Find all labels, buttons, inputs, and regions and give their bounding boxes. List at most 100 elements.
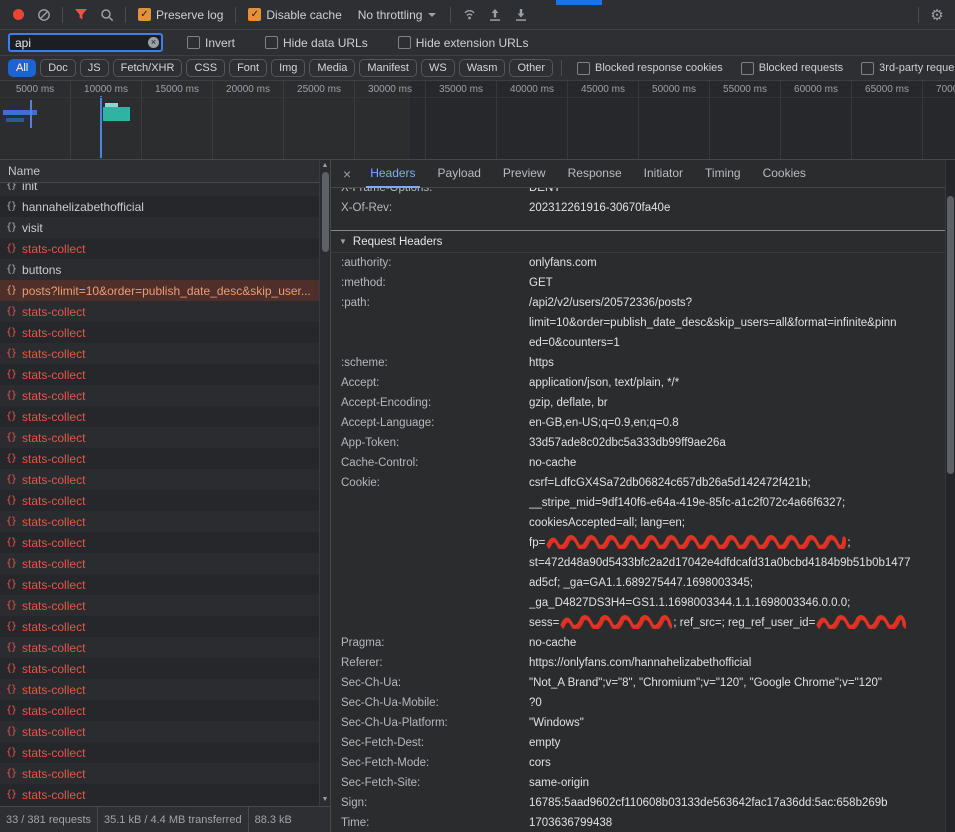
type-filter-all[interactable]: All <box>8 59 36 77</box>
type-filter-doc[interactable]: Doc <box>40 59 76 77</box>
requests-scrollbar[interactable]: ▲ ▼ <box>319 160 330 806</box>
timeline-segment: 55000 ms <box>710 81 781 159</box>
header-value: cors <box>529 753 945 773</box>
request-row[interactable]: {}stats-collect <box>0 595 319 616</box>
tab-response[interactable]: Response <box>557 160 633 188</box>
request-row[interactable]: {}stats-collect <box>0 238 319 259</box>
tab-payload[interactable]: Payload <box>427 160 492 188</box>
search-button[interactable] <box>95 3 119 27</box>
type-filter-manifest[interactable]: Manifest <box>359 59 417 77</box>
network-conditions-button[interactable] <box>457 3 481 27</box>
request-row[interactable]: {}stats-collect <box>0 490 319 511</box>
preserve-log-checkbox[interactable]: ✓ Preserve log <box>138 8 223 22</box>
record-icon <box>13 9 24 20</box>
script-request-icon: {} <box>6 222 16 233</box>
request-row[interactable]: {}stats-collect <box>0 532 319 553</box>
header-name: Sec-Ch-Ua-Mobile: <box>341 693 529 713</box>
request-row[interactable]: {}stats-collect <box>0 469 319 490</box>
request-row[interactable]: {}stats-collect <box>0 784 319 805</box>
redaction-scribble <box>560 615 672 629</box>
request-name: stats-collect <box>22 515 85 529</box>
request-row[interactable]: {}visit <box>0 217 319 238</box>
filter-input[interactable] <box>8 33 163 52</box>
request-row[interactable]: {}stats-collect <box>0 574 319 595</box>
request-row[interactable]: {}stats-collect <box>0 385 319 406</box>
blocked-requests-label: Blocked requests <box>759 62 843 74</box>
header-value: https://onlyfans.com/hannahelizabethoffi… <box>529 653 945 673</box>
waterfall-bar <box>103 107 130 121</box>
tab-cookies[interactable]: Cookies <box>752 160 817 188</box>
redaction-scribble <box>546 535 846 549</box>
scroll-down-icon[interactable]: ▼ <box>322 794 329 806</box>
request-row[interactable]: {}stats-collect <box>0 679 319 700</box>
type-filter-css[interactable]: CSS <box>186 59 225 77</box>
request-row[interactable]: {}buttons <box>0 259 319 280</box>
request-name: stats-collect <box>22 578 85 592</box>
header-value: gzip, deflate, br <box>529 393 945 413</box>
type-filter-wasm[interactable]: Wasm <box>459 59 506 77</box>
timeline-tick-label: 60000 ms <box>781 84 851 95</box>
timeline-segment: 50000 ms <box>639 81 710 159</box>
disable-cache-checkbox[interactable]: ✓ Disable cache <box>248 8 341 22</box>
request-row[interactable]: {}stats-collect <box>0 616 319 637</box>
details-scrollbar[interactable] <box>945 160 955 832</box>
request-row[interactable]: {}stats-collect <box>0 448 319 469</box>
type-filter-media[interactable]: Media <box>309 59 355 77</box>
header-value: GET <box>529 273 945 293</box>
request-row[interactable]: {}stats-collect <box>0 700 319 721</box>
request-row[interactable]: {}hannahelizabethofficial <box>0 196 319 217</box>
request-row[interactable]: {}stats-collect <box>0 301 319 322</box>
request-row[interactable]: {}stats-collect <box>0 658 319 679</box>
tab-timing[interactable]: Timing <box>694 160 752 188</box>
type-filter-ws[interactable]: WS <box>421 59 455 77</box>
clear-filter-icon[interactable]: × <box>148 37 159 48</box>
hide-data-urls-checkbox[interactable]: Hide data URLs <box>265 36 368 50</box>
request-row[interactable]: {}stats-collect <box>0 637 319 658</box>
request-row[interactable]: {}stats-collect <box>0 322 319 343</box>
filter-toggle-button[interactable] <box>69 3 93 27</box>
tab-preview[interactable]: Preview <box>492 160 557 188</box>
script-request-icon: {} <box>6 411 16 422</box>
request-row[interactable]: {}stats-collect <box>0 763 319 784</box>
blocked-response-cookies-checkbox[interactable]: Blocked response cookies <box>577 62 723 75</box>
request-name: stats-collect <box>22 473 85 487</box>
close-details-button[interactable]: × <box>343 160 351 188</box>
request-headers-section-header[interactable]: ▼Request Headers <box>331 230 945 253</box>
scrollbar-thumb[interactable] <box>322 172 329 252</box>
type-filter-fetch-xhr[interactable]: Fetch/XHR <box>113 59 183 77</box>
request-row[interactable]: {}init <box>0 183 319 196</box>
request-row[interactable]: {}stats-collect <box>0 406 319 427</box>
timeline-overview[interactable]: 5000 ms10000 ms15000 ms20000 ms25000 ms3… <box>0 81 955 160</box>
waterfall-bar <box>30 100 32 128</box>
scroll-up-icon[interactable]: ▲ <box>322 160 329 172</box>
type-filter-font[interactable]: Font <box>229 59 267 77</box>
type-filter-js[interactable]: JS <box>80 59 109 77</box>
request-row[interactable]: {}stats-collect <box>0 742 319 763</box>
type-filter-img[interactable]: Img <box>271 59 305 77</box>
tab-headers[interactable]: Headers <box>359 160 426 188</box>
settings-button[interactable]: ⚙ <box>925 3 949 27</box>
request-row[interactable]: {}stats-collect <box>0 721 319 742</box>
request-row-selected[interactable]: {}posts?limit=10&order=publish_date_desc… <box>0 280 319 301</box>
scrollbar-thumb[interactable] <box>947 196 954 474</box>
third-party-requests-checkbox[interactable]: 3rd-party requests <box>861 62 955 75</box>
request-row[interactable]: {}stats-collect <box>0 511 319 532</box>
import-har-button[interactable] <box>483 3 507 27</box>
tab-initiator[interactable]: Initiator <box>633 160 694 188</box>
name-column-header[interactable]: Name <box>0 160 330 183</box>
throttling-select[interactable]: No throttling <box>358 8 437 22</box>
request-row[interactable]: {}stats-collect <box>0 364 319 385</box>
request-name: stats-collect <box>22 368 85 382</box>
timeline-tick-label: 70000 ms <box>923 84 955 95</box>
invert-checkbox[interactable]: Invert <box>187 36 235 50</box>
export-har-button[interactable] <box>509 3 533 27</box>
request-row[interactable]: {}stats-collect <box>0 553 319 574</box>
blocked-requests-checkbox[interactable]: Blocked requests <box>741 62 843 75</box>
type-filter-other[interactable]: Other <box>509 59 553 77</box>
request-row[interactable]: {}stats-collect <box>0 343 319 364</box>
devtools-network-panel: ✓ Preserve log ✓ Disable cache No thrott… <box>0 0 955 832</box>
hide-extension-urls-checkbox[interactable]: Hide extension URLs <box>398 36 529 50</box>
record-button[interactable] <box>6 3 30 27</box>
request-row[interactable]: {}stats-collect <box>0 427 319 448</box>
clear-button[interactable] <box>32 3 56 27</box>
